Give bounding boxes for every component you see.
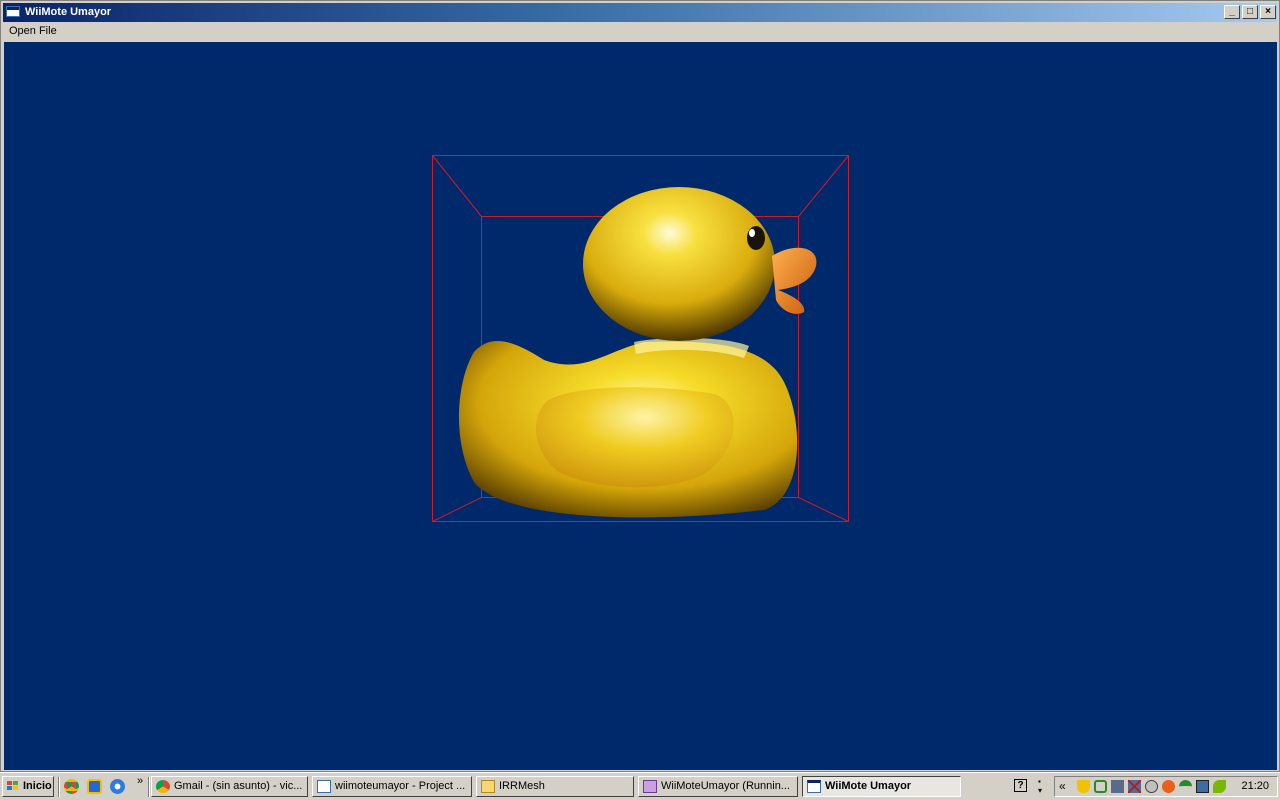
taskbar-separator [58, 777, 60, 797]
task-label: wiimoteumayor - Project ... [335, 780, 466, 792]
taskbar: Inicio » Gmail - (sin asunto) - vic... w… [0, 772, 1280, 800]
app-window-icon[interactable] [6, 6, 20, 17]
duck-eye [747, 226, 765, 250]
taskbar-separator [148, 777, 150, 797]
network-disconnected-icon[interactable] [1128, 780, 1141, 793]
close-button[interactable]: × [1260, 5, 1276, 19]
task-project[interactable]: wiimoteumayor - Project ... [312, 776, 472, 797]
help-icon[interactable]: ? [1014, 779, 1027, 792]
quicklaunch-more-button[interactable]: » [137, 775, 143, 787]
task-label: Gmail - (sin asunto) - vic... [174, 780, 303, 792]
language-bar-icon[interactable]: ▪ ▾ [1038, 777, 1048, 795]
bbox-edge [432, 155, 482, 217]
bluetooth-icon[interactable] [1145, 780, 1158, 793]
folder-icon [481, 780, 495, 793]
security-shield-icon[interactable] [1077, 780, 1090, 793]
task-label: WiiMoteUmayor (Runnin... [661, 780, 790, 792]
task-ide-running[interactable]: WiiMoteUmayor (Runnin... [638, 776, 798, 797]
ie-icon[interactable] [87, 779, 102, 794]
start-button[interactable]: Inicio [2, 776, 54, 797]
media-player-icon[interactable] [110, 779, 125, 794]
scene-canvas [432, 155, 849, 522]
app-window: WiiMote Umayor _ □ × Open File [0, 0, 1280, 772]
start-label: Inicio [23, 780, 52, 792]
duck-wing [536, 387, 734, 488]
duck-head [583, 187, 775, 341]
title-bar[interactable]: WiiMote Umayor _ □ × [3, 3, 1277, 22]
tray-expand-button[interactable]: « [1059, 779, 1066, 793]
chrome-icon [156, 780, 170, 793]
network-icon[interactable] [1111, 780, 1124, 793]
windows-logo-icon [7, 781, 19, 792]
wifi-icon[interactable] [1179, 780, 1192, 793]
window-icon [807, 780, 821, 793]
task-irrmesh[interactable]: IRRMesh [476, 776, 634, 797]
minimize-button[interactable]: _ [1224, 5, 1240, 19]
maximize-button[interactable]: □ [1242, 5, 1258, 19]
window-title: WiiMote Umayor [25, 6, 112, 18]
task-label: WiiMote Umayor [825, 780, 912, 792]
chrome-icon[interactable] [64, 779, 79, 794]
bbox-edge [798, 497, 849, 522]
bbox-edge [432, 497, 482, 522]
project-icon [317, 780, 331, 793]
bbox-edge [798, 155, 849, 217]
network-lock-icon[interactable] [1094, 780, 1107, 793]
duck-eye-shine [749, 229, 755, 237]
display-icon[interactable] [1196, 780, 1209, 793]
ide-icon [643, 780, 657, 793]
menu-bar: Open File [3, 22, 1277, 41]
clock[interactable]: 21:20 [1241, 780, 1269, 792]
task-wiimote-umayor[interactable]: WiiMote Umayor [802, 776, 961, 797]
update-icon[interactable] [1162, 780, 1175, 793]
duck-beak [772, 247, 817, 314]
nvidia-icon[interactable] [1213, 780, 1226, 793]
menu-open-file[interactable]: Open File [9, 25, 57, 37]
task-gmail[interactable]: Gmail - (sin asunto) - vic... [151, 776, 308, 797]
system-tray: « 21:20 [1054, 776, 1278, 797]
task-label: IRRMesh [499, 780, 545, 792]
rubber-duck-model [458, 187, 817, 518]
3d-viewport[interactable] [4, 42, 1277, 770]
